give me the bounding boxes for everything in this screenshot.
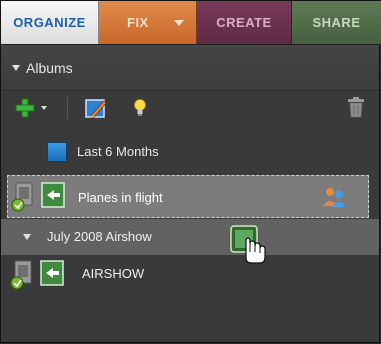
tab-organize[interactable]: ORGANIZE — [1, 1, 99, 44]
list-item-planes-in-flight[interactable]: Planes in flight — [7, 175, 369, 218]
lightbulb-icon[interactable] — [132, 98, 148, 118]
chevron-down-icon[interactable] — [174, 20, 184, 26]
albums-header-label: Albums — [26, 59, 73, 76]
list-item-label: Last 6 Months — [77, 144, 159, 159]
albums-section-header[interactable]: Albums — [1, 45, 379, 91]
tab-create[interactable]: CREATE — [197, 1, 292, 44]
list-item-july-2008-airshow[interactable]: July 2008 Airshow — [1, 219, 379, 255]
list-item-label: July 2008 Airshow — [47, 229, 152, 244]
collapse-triangle-icon[interactable] — [12, 64, 20, 71]
album-icon — [11, 182, 65, 212]
smart-album-icon — [47, 142, 67, 162]
edit-album-icon[interactable] — [85, 97, 107, 119]
album-icon — [10, 260, 64, 290]
plus-icon[interactable] — [14, 97, 36, 119]
trash-icon[interactable] — [347, 96, 365, 118]
tab-fix-label: FIX — [127, 15, 149, 30]
workspace-tabs: ORGANIZE FIX CREATE SHARE — [1, 1, 381, 45]
chevron-down-icon[interactable] — [41, 106, 47, 110]
tab-fix[interactable]: FIX — [99, 1, 197, 44]
tab-share[interactable]: SHARE — [292, 1, 381, 44]
list-item-label: AIRSHOW — [82, 266, 145, 281]
albums-panel-window: ORGANIZE FIX CREATE SHARE Albums Last 6 … — [0, 0, 381, 343]
toolbar-divider — [67, 97, 68, 119]
people-icon — [323, 188, 346, 207]
list-item-last-6-months[interactable]: Last 6 Months — [1, 135, 379, 169]
albums-toolbar — [1, 91, 379, 125]
list-item-airshow[interactable]: AIRSHOW — [1, 257, 379, 293]
expand-triangle-icon[interactable] — [23, 234, 31, 240]
list-item-label: Planes in flight — [78, 190, 163, 205]
